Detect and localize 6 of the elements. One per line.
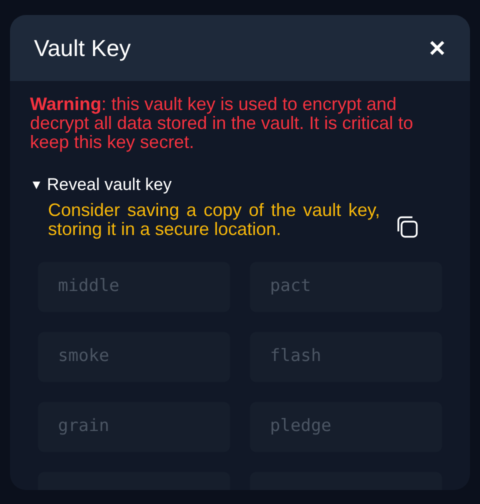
triangle-icon: ▼	[30, 175, 43, 194]
dialog-title: Vault Key	[34, 34, 131, 63]
close-button[interactable]: ✕	[428, 32, 446, 64]
note-text: Consider saving a copy of the vault key, storing it in a secure location.	[48, 200, 380, 238]
reveal-toggle[interactable]: ▼ Reveal vault key	[30, 172, 172, 198]
warning-text: Warning: this vault key is used to encrypt and decrypt all data stored in the vault. It is critical to keep this key secret.	[30, 95, 414, 152]
